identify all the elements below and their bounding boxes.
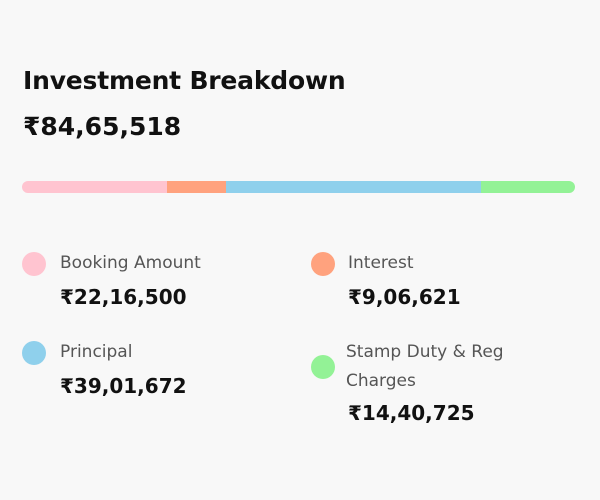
booking-dot-icon (22, 252, 46, 276)
interest-dot-icon (311, 252, 335, 276)
bar-segment-stamp-duty (480, 181, 575, 193)
interest-label: Interest (348, 253, 414, 273)
stamp-duty-label: Stamp Duty & Reg Charges (346, 342, 504, 391)
principal-value: ₹39,01,672 (60, 374, 187, 398)
bar-segment-interest (166, 181, 226, 193)
card-title: Investment Breakdown (23, 66, 346, 95)
stamp-duty-dot-icon (311, 355, 335, 379)
bar-segment-principal (226, 181, 481, 193)
stamp-duty-value: ₹14,40,725 (348, 401, 475, 425)
investment-breakdown-card: Investment Breakdown ₹84,65,518 Booking … (0, 0, 600, 500)
booking-value: ₹22,16,500 (60, 285, 187, 309)
total-amount: ₹84,65,518 (23, 112, 182, 141)
bar-segment-booking (22, 181, 167, 193)
interest-value: ₹9,06,621 (348, 285, 461, 309)
principal-label: Principal (60, 342, 133, 362)
breakdown-bar (22, 181, 575, 193)
booking-label: Booking Amount (60, 253, 201, 273)
principal-dot-icon (22, 341, 46, 365)
